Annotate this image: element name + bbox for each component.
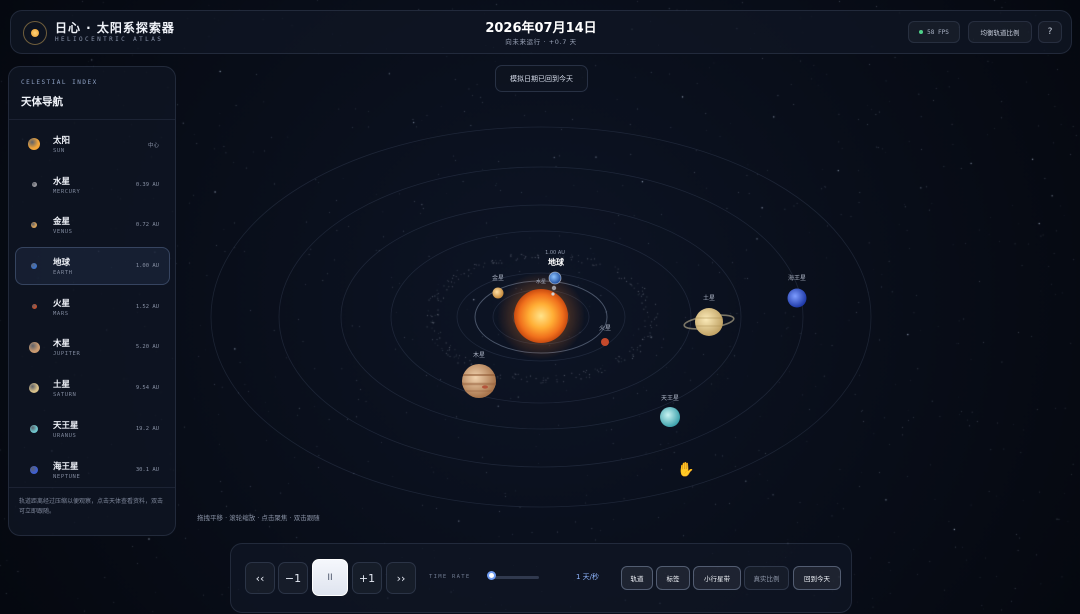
top-bar: 日心 · 太阳系探索器 HELIOCENTRIC ATLAS 2026年07月1…	[10, 10, 1072, 54]
body-name: 火星	[53, 298, 71, 309]
status-dot-icon	[919, 30, 924, 34]
rewind-fast-button[interactable]: ‹‹	[245, 562, 275, 594]
body-distance: 1.52 AU	[135, 303, 159, 310]
planet-icon	[31, 182, 37, 188]
body-name: 海王星	[53, 461, 79, 472]
neptune-label: 海王星	[788, 274, 806, 282]
time-rate-value: 1 天/秒	[576, 573, 600, 581]
orbit-scale-button[interactable]: 均衡轨道比例	[968, 21, 1032, 43]
time-controls: ‹‹ −1 II +1 ›› TIME RATE 1 天/秒 轨道 标签 小行星…	[230, 543, 852, 613]
planet-icon	[29, 383, 39, 394]
jupiter-label: 木星	[473, 351, 485, 359]
sidebar-item-venus[interactable]: 金星 VENUS 0.72 AU	[15, 206, 170, 244]
neptune-body[interactable]	[787, 288, 807, 308]
minus-one-day-button[interactable]: −1	[278, 562, 308, 594]
sidebar-item-mercury[interactable]: 水星 MERCURY 0.39 AU	[15, 166, 170, 204]
help-button[interactable]: ?	[1038, 21, 1062, 43]
planet-icon	[28, 341, 40, 353]
body-distance: 9.54 AU	[135, 385, 159, 392]
body-english-name: JUPITER	[53, 351, 81, 358]
sidebar-kicker: CELESTIAL INDEX	[21, 79, 98, 86]
sidebar-item-mars[interactable]: 火星 MARS 1.52 AU	[15, 288, 170, 326]
toggle-labels[interactable]: 标签	[656, 566, 690, 590]
earth-label: 地球	[548, 257, 565, 267]
time-rate-label: TIME RATE	[429, 574, 471, 580]
body-distance: 19.2 AU	[135, 425, 159, 432]
planet-icon	[30, 465, 38, 474]
body-distance: 0.39 AU	[135, 181, 159, 188]
body-name: 木星	[53, 339, 71, 350]
mercury-label: 水星	[536, 278, 546, 285]
body-english-name: MERCURY	[53, 188, 81, 195]
mars-body[interactable]	[601, 338, 609, 346]
uranus-body[interactable]	[660, 407, 680, 427]
venus-label: 金星	[492, 274, 504, 282]
sidebar-item-earth[interactable]: 地球 EARTH 1.00 AU	[15, 247, 170, 286]
body-name: 太阳	[53, 136, 71, 146]
sidebar-item-saturn[interactable]: 土星 SATURN 9.54 AU	[15, 369, 170, 407]
forward-fast-button[interactable]: ››	[386, 562, 416, 594]
body-english-name: MARS	[53, 310, 69, 317]
body-name: 金星	[53, 217, 71, 228]
body-name: 水星	[53, 176, 71, 187]
sidebar-divider	[9, 487, 175, 488]
mercury-body[interactable]	[551, 285, 557, 291]
toggle-real-scale[interactable]: 真实比例	[744, 566, 789, 590]
body-name: 土星	[53, 380, 71, 391]
venus-body[interactable]	[492, 287, 504, 299]
body-english-name: SATURN	[53, 392, 77, 399]
fps-indicator: 58 FPS	[908, 21, 960, 43]
earth-distance-label: 1.00 AU	[545, 250, 565, 256]
sidebar-title: 天体导航	[21, 96, 63, 108]
saturn-label: 土星	[703, 294, 715, 302]
body-distance: 30.1 AU	[135, 466, 159, 473]
jupiter-body[interactable]	[462, 364, 496, 398]
toggle-asteroid-belt[interactable]: 小行星带	[693, 566, 741, 590]
fps-label: 58 FPS	[927, 28, 949, 36]
sidebar-item-neptune[interactable]: 海王星 NEPTUNE 30.1 AU	[15, 451, 170, 489]
body-distance: 1.00 AU	[135, 263, 159, 270]
planet-icon	[28, 138, 40, 150]
time-rate-knob[interactable]	[486, 571, 496, 580]
pause-button[interactable]: II	[312, 559, 348, 596]
sidebar-item-sun[interactable]: 太阳 SUN 中心	[15, 125, 170, 163]
planet-icon	[30, 424, 38, 433]
body-name: 地球	[53, 258, 71, 269]
body-distance: 0.72 AU	[135, 222, 159, 229]
back-to-today-button[interactable]: 回到今天	[793, 566, 841, 590]
body-distance: 5.20 AU	[135, 344, 159, 351]
toggle-orbits[interactable]: 轨道	[621, 566, 653, 590]
body-name: 天王星	[53, 420, 79, 431]
body-english-name: VENUS	[53, 229, 73, 236]
sidebar-hint: 轨道距离经过压缩以便观察，点击天体查看资料，双击可立即跟随。	[19, 498, 164, 515]
hand-cursor-icon: ✋	[677, 462, 695, 478]
body-english-name: NEPTUNE	[53, 473, 81, 480]
body-english-name: EARTH	[53, 270, 73, 277]
celestial-body-list: 太阳 SUN 中心水星 MERCURY 0.39 AU 金星 VENUS 0.72 AU 地球 E…	[15, 125, 170, 491]
body-distance: 中心	[147, 143, 159, 149]
sidebar-item-uranus[interactable]: 天王星 URANUS 19.2 AU	[15, 410, 170, 448]
sun-body[interactable]	[497, 272, 585, 360]
interaction-hint: 拖拽平移 · 滚轮缩放 · 点击聚焦 · 双击跟随	[197, 514, 320, 522]
celestial-sidebar: CELESTIAL INDEX 天体导航 太阳 SUN 中心水星 MERCURY 0.3…	[8, 66, 176, 536]
plus-one-day-button[interactable]: +1	[352, 562, 382, 594]
planet-icon	[31, 304, 37, 310]
uranus-label: 天王星	[661, 395, 679, 402]
sidebar-item-jupiter[interactable]: 木星 JUPITER 5.20 AU	[15, 328, 170, 366]
mars-label: 火星	[599, 325, 611, 332]
planet-icon	[31, 263, 37, 270]
sidebar-divider	[9, 119, 175, 120]
reset-date-toast[interactable]: 模拟日期已回到今天	[495, 65, 588, 92]
planet-icon	[31, 222, 37, 229]
body-english-name: URANUS	[53, 432, 77, 439]
time-rate-slider[interactable]	[489, 576, 539, 579]
body-english-name: SUN	[53, 148, 65, 154]
